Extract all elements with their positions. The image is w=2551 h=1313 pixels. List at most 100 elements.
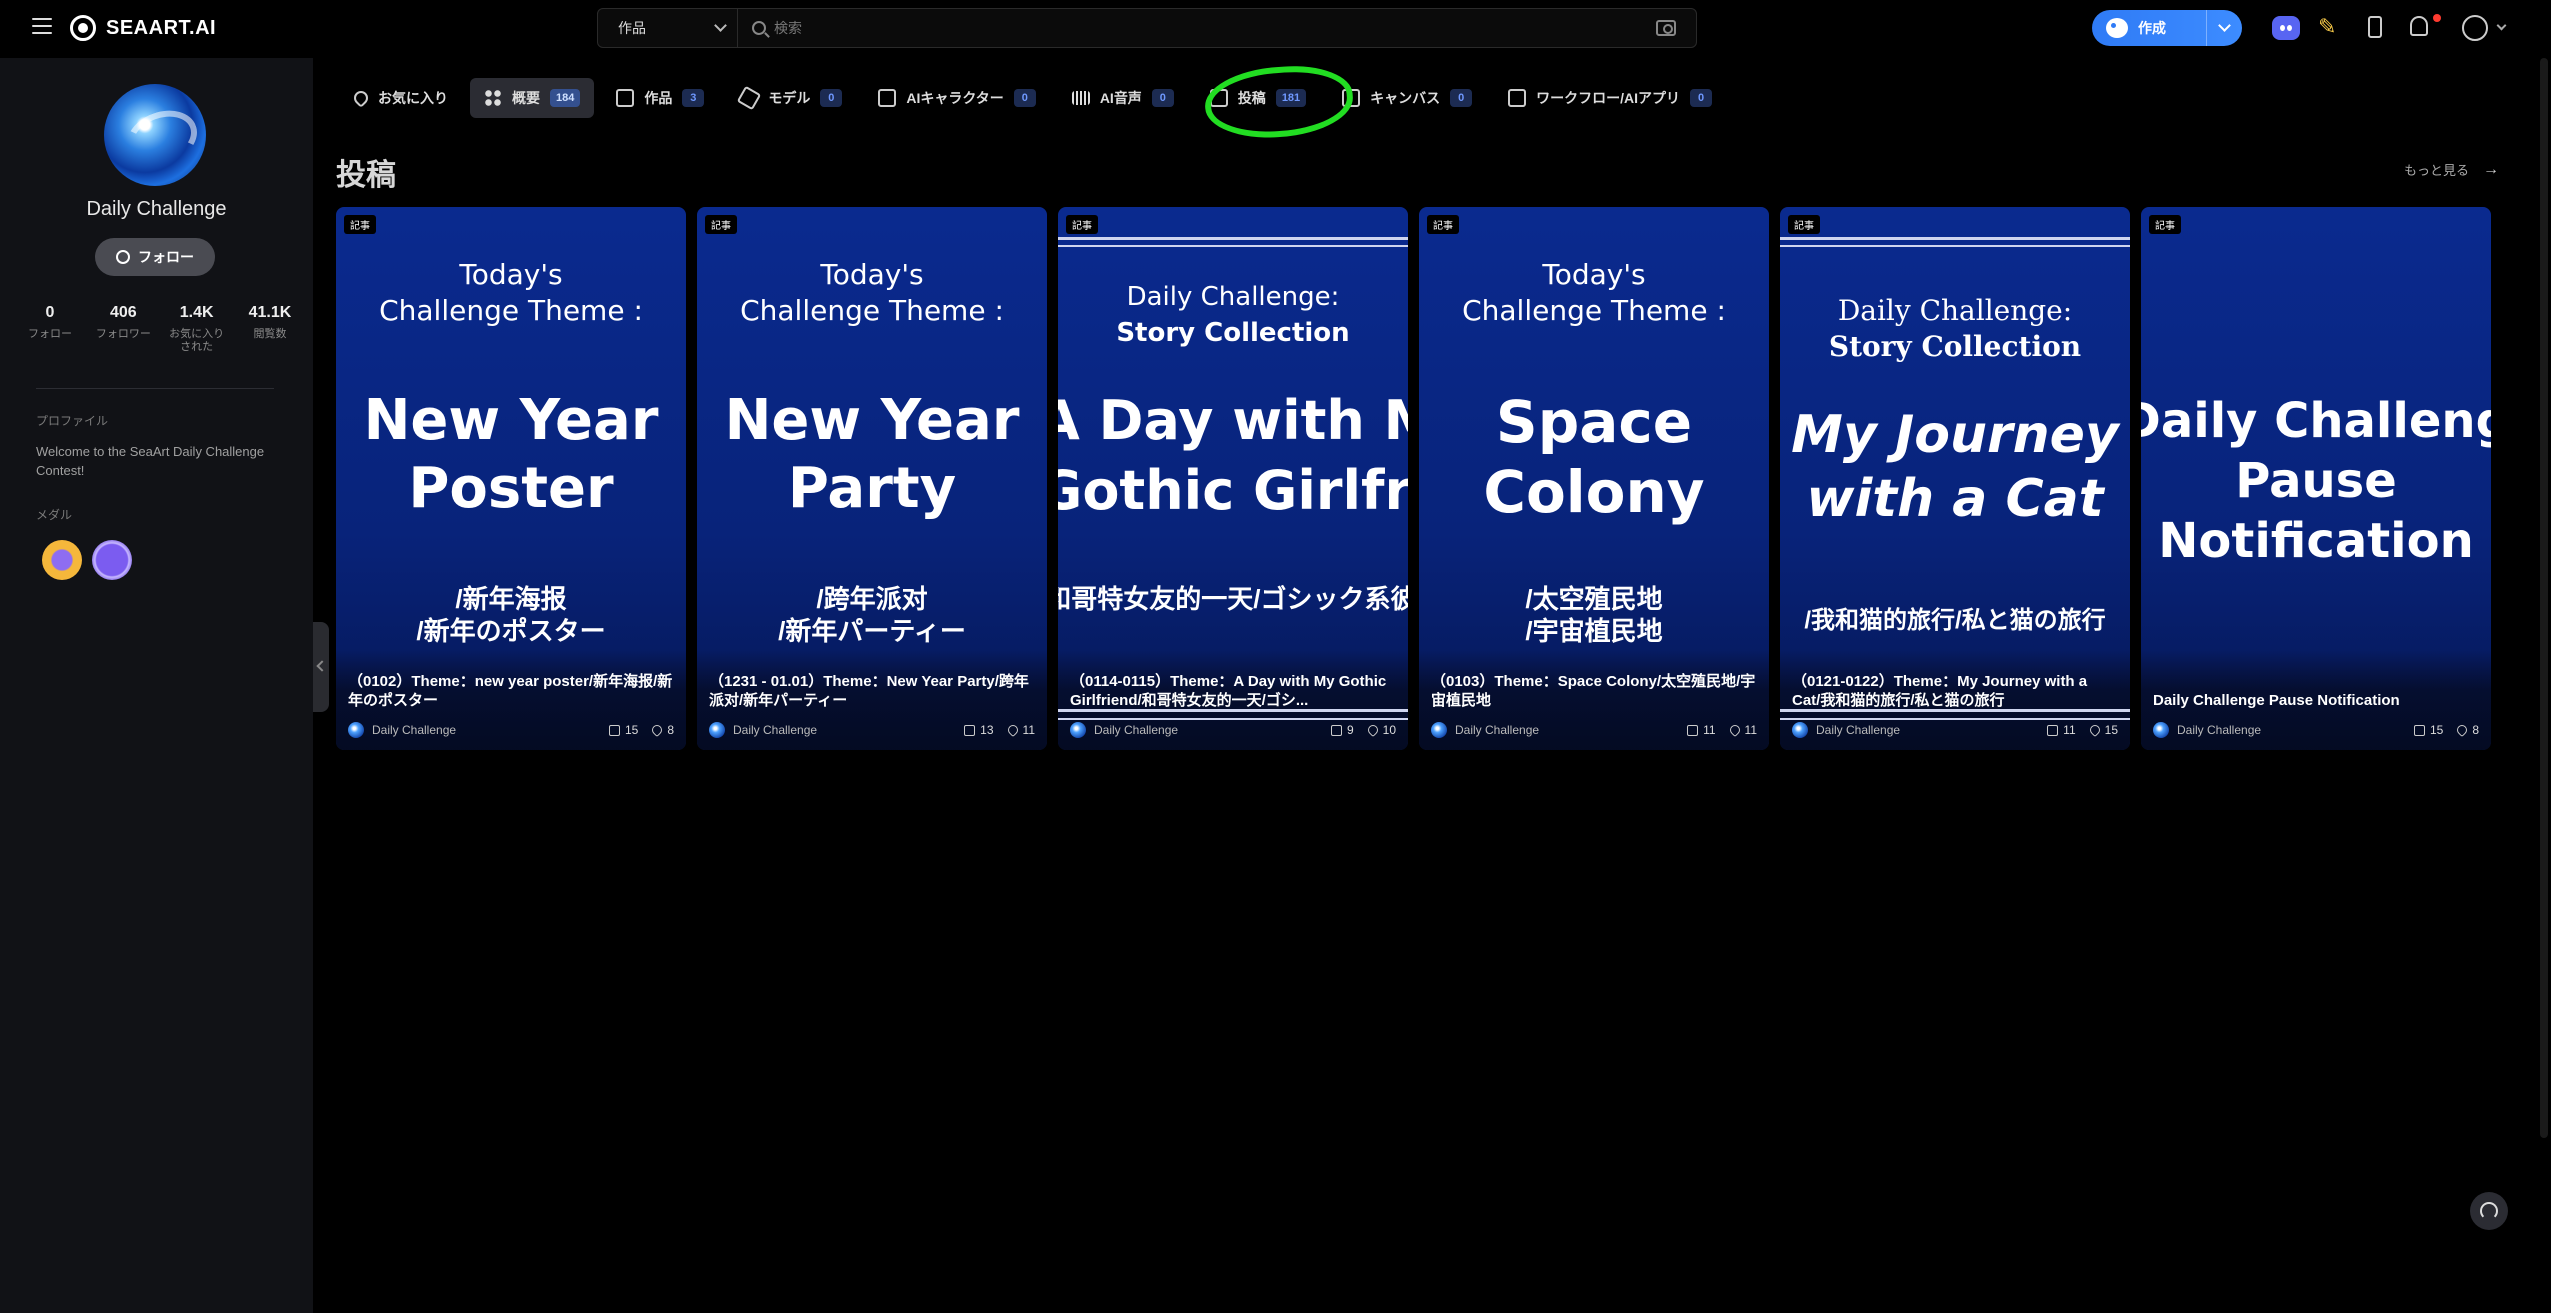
thumbs-up-icon[interactable] [1687, 724, 1699, 736]
tab-canvas[interactable]: キャンバス 0 [1328, 78, 1486, 118]
heart-icon[interactable] [2087, 722, 2102, 738]
article-tag: 記事 [1066, 215, 1098, 234]
card-caption[interactable]: （0102）Theme：new year poster/新年海报/新年のポスター [348, 672, 674, 710]
card-subtitle: /新年のポスター [416, 616, 606, 646]
logo[interactable]: SEAART.AI [70, 13, 216, 43]
tab-label: 作品 [644, 90, 673, 106]
heart-icon[interactable] [1727, 722, 1742, 738]
stat-following[interactable]: 0 フォロー [20, 304, 80, 354]
author-name[interactable]: Daily Challenge [1816, 723, 2047, 737]
stat-views: 41.1K 閲覧数 [240, 304, 300, 354]
tab-ai-voice[interactable]: AI音声 0 [1058, 78, 1188, 118]
card-subtitle: /我和猫的旅行/私と猫の旅行 [1804, 607, 2106, 634]
stat-followers[interactable]: 406 フォロワー [93, 304, 153, 354]
chevron-down-icon[interactable] [2496, 20, 2507, 31]
card-caption[interactable]: Daily Challenge Pause Notification [2153, 691, 2479, 710]
card-subtitle: /太空殖民地 [1525, 584, 1663, 614]
tab-ai-characters[interactable]: AIキャラクター 0 [864, 78, 1049, 118]
card-heading: Story Collection [1828, 330, 2082, 363]
heart-icon[interactable] [650, 722, 665, 738]
thumbs-up-icon[interactable] [2047, 724, 2059, 736]
search-icon [752, 21, 766, 35]
thumbs-up-icon[interactable] [608, 724, 620, 736]
card-title-line: A Day with My [1058, 389, 1408, 452]
card-caption[interactable]: （0114-0115）Theme：A Day with My Gothic Gi… [1070, 672, 1396, 710]
customer-support-icon[interactable] [2470, 1192, 2508, 1230]
medal-badge-icon[interactable] [42, 540, 82, 580]
card-stripe [1780, 718, 2130, 720]
author-avatar[interactable] [1070, 722, 1086, 738]
heart-icon[interactable] [1365, 722, 1380, 738]
create-button[interactable]: 作成 [2092, 10, 2242, 46]
medal-badge-icon[interactable] [92, 540, 132, 580]
post-card[interactable]: 記事 Today's Challenge Theme : Space Colon… [1419, 207, 1769, 750]
post-cards: 記事 Today's Challenge Theme : New Year Po… [336, 207, 2502, 750]
vip-icon[interactable]: ✎ [2318, 14, 2346, 42]
card-title-line: Party [787, 456, 957, 521]
author-avatar[interactable] [2153, 722, 2169, 738]
tab-posts[interactable]: 投稿 181 [1196, 78, 1320, 118]
medals-heading: メダル [36, 508, 73, 522]
card-subtitle: /和哥特女友的一天/ゴシック系彼女と [1058, 584, 1408, 614]
heart-icon [351, 88, 371, 108]
tab-favorites[interactable]: お気に入り [340, 78, 462, 118]
tab-count-badge: 0 [820, 89, 843, 107]
author-avatar[interactable] [709, 722, 725, 738]
author-name[interactable]: Daily Challenge [2177, 723, 2414, 737]
author-name[interactable]: Daily Challenge [1455, 723, 1687, 737]
sidebar-collapse-handle[interactable] [313, 622, 329, 712]
tab-works[interactable]: 作品 3 [602, 78, 718, 118]
search-input[interactable] [766, 20, 1656, 36]
thumbs-up-icon[interactable] [2413, 724, 2425, 736]
stat-value: 41.1K [248, 304, 292, 321]
author-name[interactable]: Daily Challenge [372, 723, 609, 737]
post-card[interactable]: 記事 Today's Challenge Theme : New Year Po… [336, 207, 686, 750]
post-card[interactable]: 記事 Daily Challenge: Story Collection My … [1780, 207, 2130, 750]
top-bar: SEAART.AI 作品 作成 ✎ [0, 0, 2551, 58]
author-name[interactable]: Daily Challenge [1094, 723, 1331, 737]
tab-overview[interactable]: 概要 184 [470, 78, 595, 118]
follow-button[interactable]: フォロー [95, 238, 215, 276]
card-caption[interactable]: （0121-0122）Theme：My Journey with a Cat/我… [1792, 672, 2118, 710]
author-avatar[interactable] [1792, 722, 1808, 738]
like-count: 11 [1703, 723, 1716, 737]
author-avatar[interactable] [1431, 722, 1447, 738]
card-caption[interactable]: （1231 - 01.01）Theme：New Year Party/跨年派对/… [709, 672, 1035, 710]
search-category-label: 作品 [618, 20, 646, 36]
like-count: 11 [2063, 723, 2076, 737]
discord-icon[interactable] [2272, 16, 2300, 40]
post-card[interactable]: 記事 Daily Challenge: Story Collection A D… [1058, 207, 1408, 750]
like-count: 9 [1346, 723, 1354, 737]
card-title-line: My Journey [1791, 405, 2119, 465]
post-card[interactable]: 記事 Today's Challenge Theme : New Year Pa… [697, 207, 1047, 750]
card-caption[interactable]: （0103）Theme：Space Colony/太空殖民地/宇宙植民地 [1431, 672, 1757, 710]
see-more-link[interactable]: もっと見る → [2404, 160, 2499, 179]
tab-models[interactable]: モデル 0 [726, 78, 856, 118]
thumbs-up-icon[interactable] [964, 724, 976, 736]
menu-icon[interactable] [32, 18, 52, 34]
author-avatar[interactable] [348, 722, 364, 738]
heart-icon[interactable] [1005, 722, 1020, 738]
mobile-app-icon[interactable] [2368, 16, 2382, 38]
author-name[interactable]: Daily Challenge [733, 723, 964, 737]
card-subtitle: /跨年派对 [816, 584, 928, 614]
card-meta: Daily Challenge 15 8 [2153, 722, 2479, 738]
card-title-line: Space [1495, 388, 1693, 456]
page-scrollbar[interactable] [2540, 58, 2548, 1138]
card-meta: Daily Challenge 13 11 [709, 722, 1035, 738]
create-dropdown-button[interactable] [2206, 10, 2242, 46]
tab-label: AI音声 [1099, 90, 1142, 106]
thumbs-up-icon[interactable] [1330, 724, 1342, 736]
notification-bell-icon[interactable] [2410, 16, 2428, 36]
section-title: 投稿 [336, 159, 396, 192]
camera-icon[interactable] [1656, 20, 1676, 36]
tab-label: お気に入り [378, 90, 448, 106]
chat-bot-icon [878, 89, 897, 107]
card-title-line: Gothic Girlfriend [1058, 459, 1408, 522]
card-title-line: with a Cat [1806, 469, 2104, 529]
heart-icon[interactable] [2455, 722, 2470, 738]
post-card[interactable]: 記事 Daily Challenge Pause Notification Da… [2141, 207, 2491, 750]
user-avatar-icon[interactable] [2462, 15, 2488, 41]
tab-workflows[interactable]: ワークフロー/AIアプリ 0 [1494, 78, 1726, 118]
search-category-select[interactable]: 作品 [598, 9, 738, 47]
